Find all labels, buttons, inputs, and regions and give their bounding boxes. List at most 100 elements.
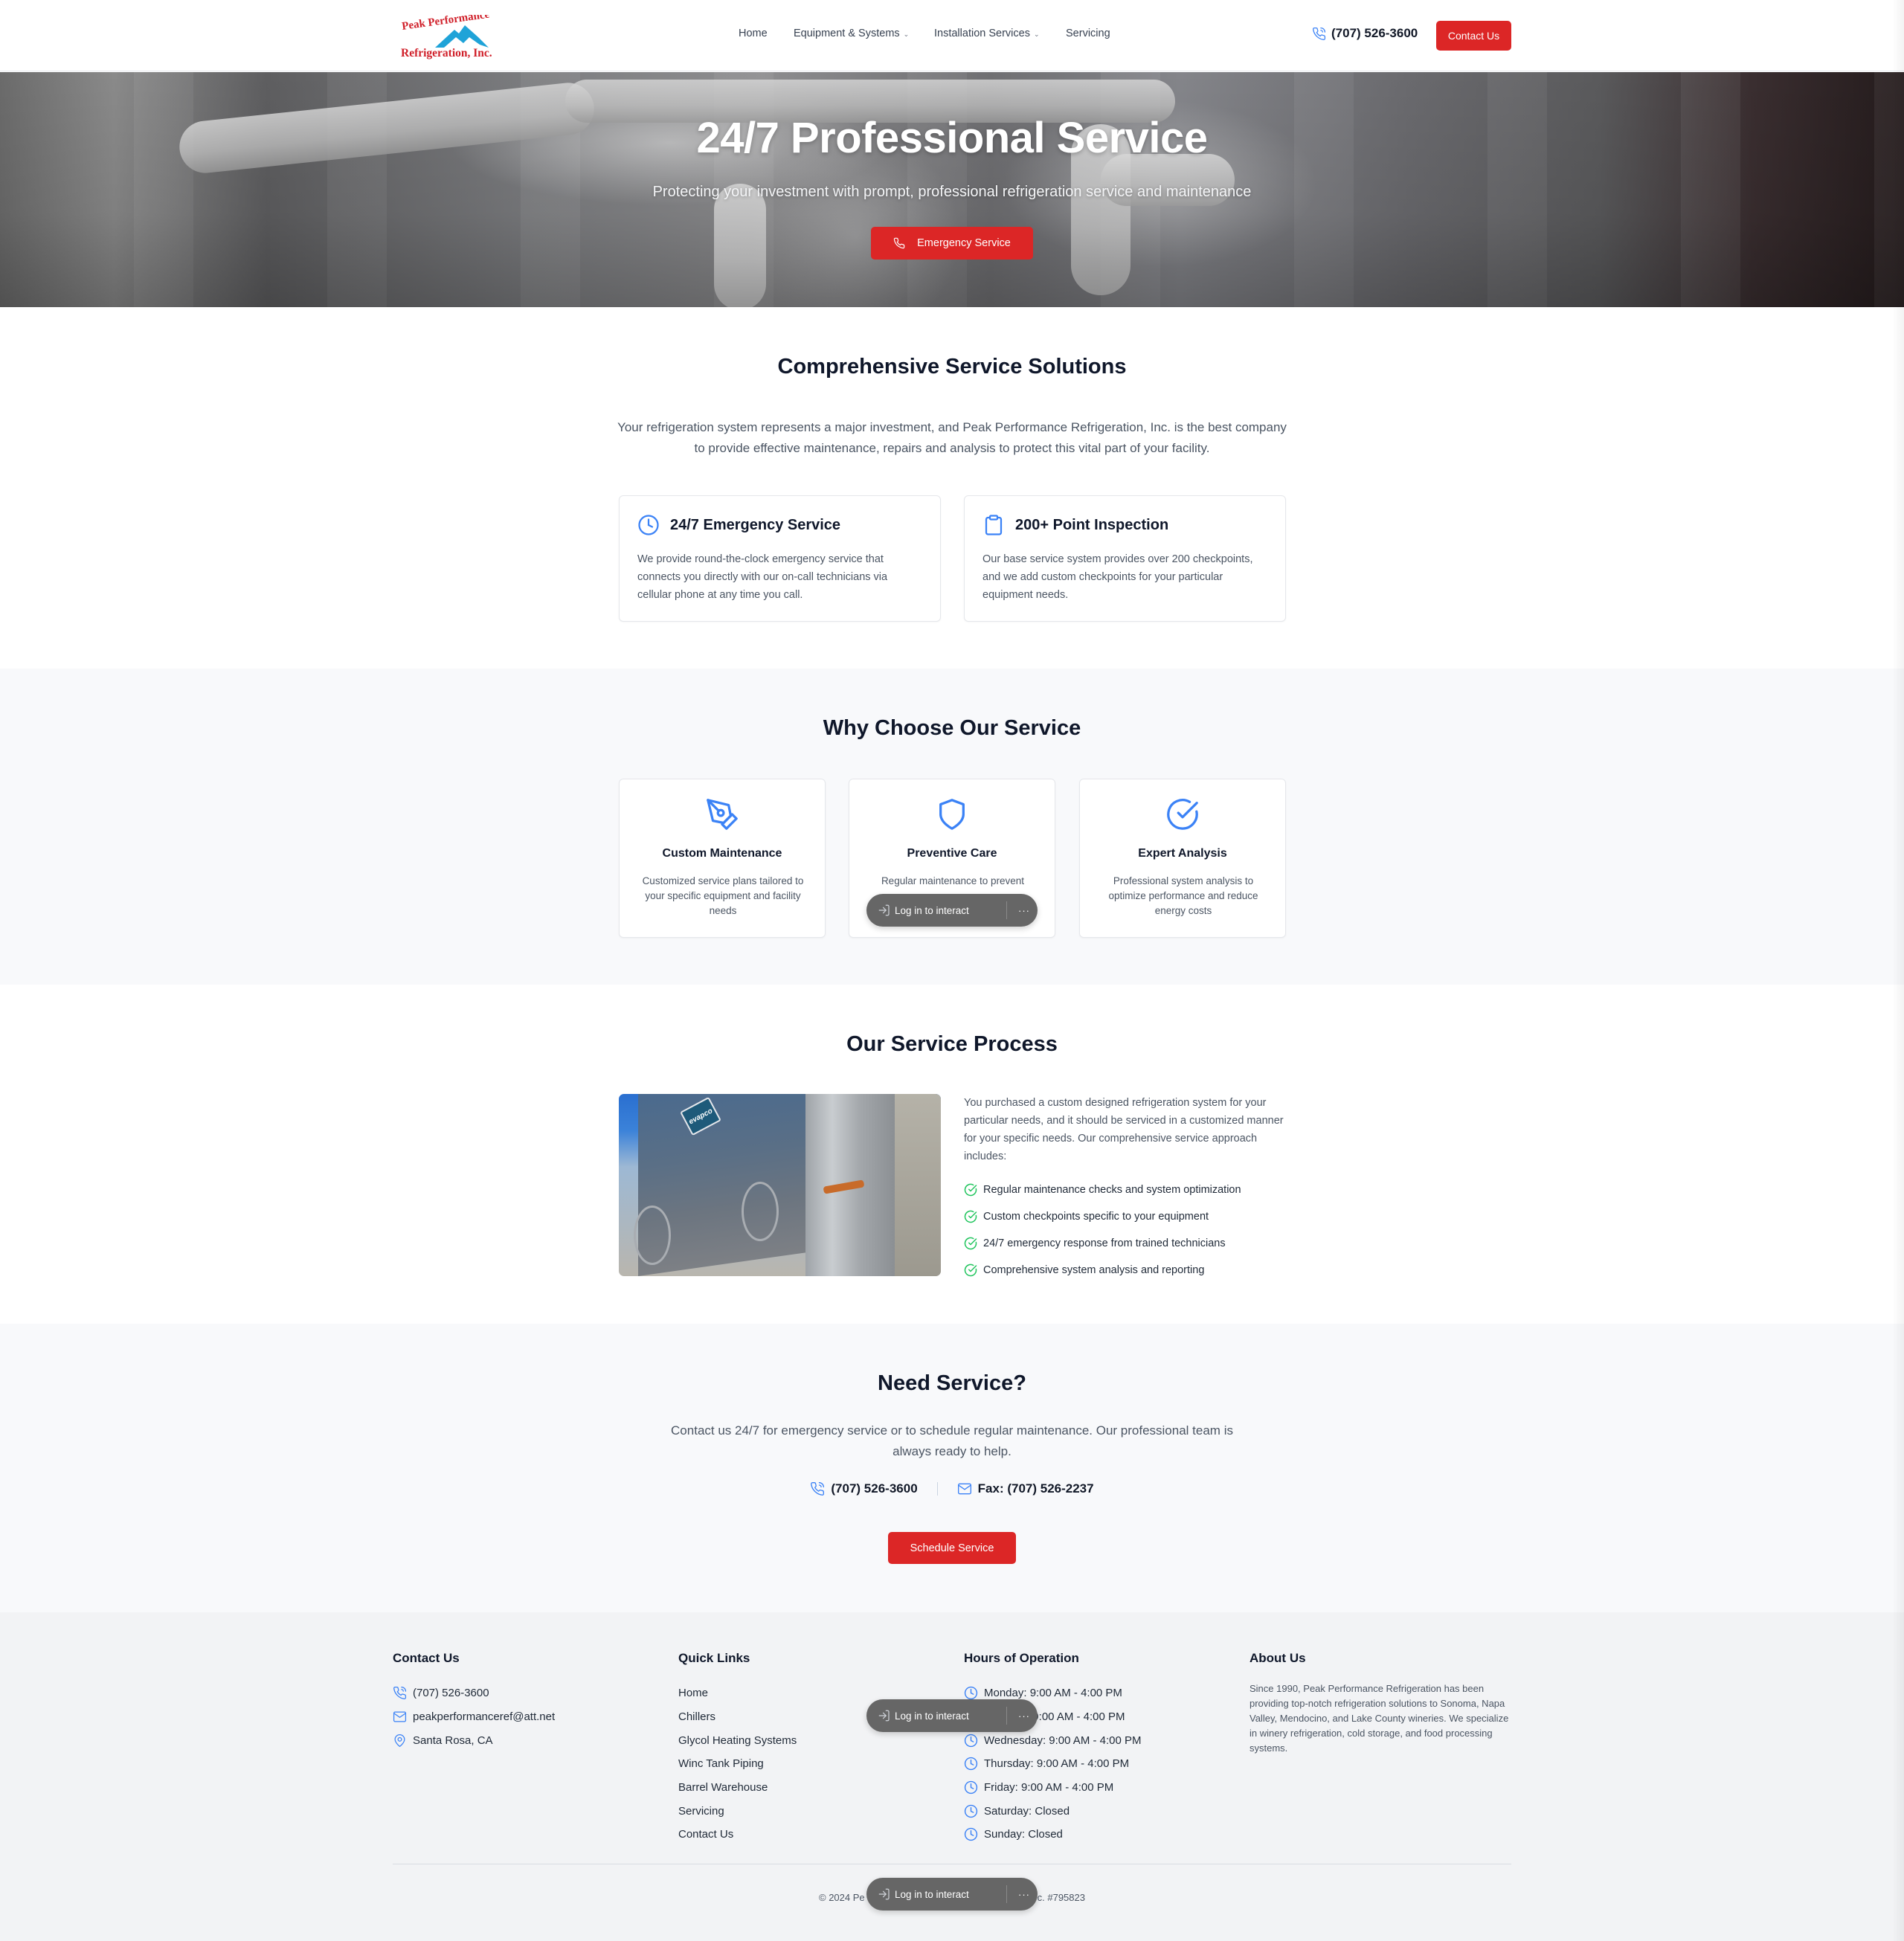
section-title: Comprehensive Service Solutions	[777, 355, 1127, 379]
nav-servicing[interactable]: Servicing	[1066, 28, 1110, 39]
process-text: You purchased a custom designed refriger…	[964, 1094, 1291, 1284]
phone-icon	[1313, 27, 1326, 40]
service-process-section: Our Service Process evapco You purchased…	[0, 985, 1904, 1324]
map-pin-icon	[394, 1734, 405, 1747]
nav-installation-services[interactable]: Installation Services ⌄	[934, 28, 1040, 39]
divider	[936, 1482, 938, 1496]
feature-card-text: We provide round-the-clock emergency ser…	[637, 553, 888, 601]
chevron-down-icon: ⌄	[1033, 30, 1040, 38]
nav-equipment-label: Equipment & Systems	[794, 28, 900, 39]
footer-link-home[interactable]: Home	[678, 1681, 797, 1705]
company-logo[interactable]: Peak Performance Refrigeration, Inc.	[396, 9, 535, 59]
shield-icon	[939, 799, 965, 830]
footer-heading: Quick Links	[678, 1651, 750, 1665]
footer-heading: About Us	[1250, 1651, 1306, 1665]
footer-link-chillers[interactable]: Chillers	[678, 1705, 797, 1729]
photo-wall	[895, 1094, 941, 1276]
footer-link-wine-tank-piping[interactable]: Winc Tank Piping	[678, 1752, 797, 1776]
feature-card-title: 200+ Point Inspection	[1015, 516, 1169, 533]
emergency-service-button[interactable]: Emergency Service	[871, 227, 1033, 260]
contact-us-button[interactable]: Contact Us	[1436, 21, 1511, 51]
clock-icon	[964, 1757, 978, 1771]
footer-heading: Contact Us	[393, 1651, 460, 1665]
why-card-title: Preventive Care	[907, 847, 997, 860]
checklist-item: Comprehensive system analysis and report…	[964, 1257, 1291, 1284]
pill-label: Log in to interact	[895, 904, 969, 916]
pill-label: Log in to interact	[895, 1710, 969, 1722]
hero-subtitle: Protecting your investment with prompt, …	[652, 184, 1252, 200]
hero-bg-pipe	[714, 184, 766, 307]
divider	[1006, 1885, 1007, 1903]
hero-section: 24/7 Professional Service Protecting you…	[0, 72, 1904, 307]
footer-link-servicing[interactable]: Servicing	[678, 1799, 797, 1823]
photo-fan	[634, 1206, 671, 1265]
process-checklist: Regular maintenance checks and system op…	[964, 1176, 1291, 1284]
schedule-service-button[interactable]: Schedule Service	[888, 1532, 1016, 1564]
hours-item: Friday: 9:00 AM - 4:00 PM	[964, 1776, 1142, 1800]
nav-installation-label: Installation Services	[934, 28, 1030, 39]
logo-text-line2: Refrigeration, Inc.	[401, 47, 492, 59]
why-card-text: Regular maintenance to prevent	[881, 875, 1025, 886]
why-card-text: Professional system analysis to optimize…	[1108, 875, 1258, 916]
copyright-left-text: © 2024 Pe	[819, 1892, 865, 1903]
login-to-interact-pill[interactable]: Log in to interact ···	[866, 1699, 1038, 1732]
footer-hours-column: Hours of Operation Monday: 9:00 AM - 4:0…	[964, 1651, 1142, 1847]
logo-mountain-icon: Peak Performance Refrigeration, Inc.	[401, 9, 492, 59]
checklist-item: Custom checkpoints specific to your equi…	[964, 1203, 1291, 1230]
login-to-interact-pill[interactable]: Log in to interact ···	[866, 894, 1038, 927]
cta-phone-link[interactable]: (707) 526-3600	[810, 1481, 918, 1496]
why-card-text: Customized service plans tailored to you…	[642, 875, 804, 916]
footer-email[interactable]: peakperformanceref@att.net	[393, 1705, 555, 1729]
hours-item: Saturday: Closed	[964, 1799, 1142, 1823]
footer-link-glycol-heating[interactable]: Glycol Heating Systems	[678, 1728, 797, 1752]
clock-icon	[638, 515, 659, 535]
phone-icon	[811, 1481, 825, 1496]
login-icon	[878, 1888, 890, 1900]
hours-item: Wednesday: 9:00 AM - 4:00 PM	[964, 1728, 1142, 1752]
site-header: Peak Performance Refrigeration, Inc. Hom…	[0, 0, 1904, 71]
cta-phone-text: (707) 526-3600	[831, 1481, 918, 1496]
chevron-down-icon: ⌄	[903, 30, 910, 38]
feature-card-emergency: 24/7 Emergency Service We provide round-…	[619, 495, 941, 622]
footer-heading: Hours of Operation	[964, 1651, 1079, 1665]
check-circle-icon	[1167, 799, 1198, 830]
footer-contact-column: Contact Us (707) 526-3600 peakperformanc…	[393, 1651, 555, 1752]
hours-item: Thursday: 9:00 AM - 4:00 PM	[964, 1752, 1142, 1776]
why-choose-section: Why Choose Our Service Custom Maintenanc…	[0, 669, 1904, 985]
hours-text: Sunday: Closed	[984, 1828, 1063, 1841]
pen-tool-icon	[707, 799, 738, 830]
clock-icon	[964, 1828, 978, 1841]
section-lead: Your refrigeration system represents a m…	[617, 420, 1287, 455]
footer-location: Santa Rosa, CA	[393, 1728, 555, 1752]
mail-icon	[957, 1483, 971, 1495]
footer-link-barrel-warehouse[interactable]: Barrel Warehouse	[678, 1776, 797, 1800]
check-circle-icon	[964, 1183, 977, 1197]
contact-row: (707) 526-3600 Fax: (707) 526-2237	[0, 1481, 1904, 1496]
why-card-title: Expert Analysis	[1138, 847, 1227, 860]
checklist-item: 24/7 emergency response from trained tec…	[964, 1230, 1291, 1257]
photo-fan	[742, 1182, 779, 1241]
nav-equipment-systems[interactable]: Equipment & Systems ⌄	[794, 28, 909, 39]
login-to-interact-pill[interactable]: Log in to interact ···	[866, 1878, 1038, 1911]
more-options-icon[interactable]: ···	[1015, 1878, 1033, 1911]
logo-text-line1: Peak Performance	[401, 15, 490, 33]
service-solutions-section: Comprehensive Service Solutions Your ref…	[0, 307, 1904, 669]
more-options-icon[interactable]: ···	[1015, 894, 1033, 927]
clock-icon	[964, 1734, 978, 1747]
footer-link-contact-us[interactable]: Contact Us	[678, 1823, 797, 1847]
footer-phone[interactable]: (707) 526-3600	[393, 1681, 555, 1705]
footer-email-text: peakperformanceref@att.net	[413, 1710, 556, 1724]
why-card-custom-maintenance: Custom Maintenance Customized service pl…	[619, 779, 826, 938]
process-intro: You purchased a custom designed refriger…	[964, 1097, 1284, 1162]
divider	[1006, 1707, 1007, 1725]
footer-phone-text: (707) 526-3600	[413, 1687, 489, 1700]
clock-icon	[964, 1780, 978, 1794]
nav-servicing-label: Servicing	[1066, 28, 1110, 39]
more-options-icon[interactable]: ···	[1015, 1699, 1033, 1732]
nav-home[interactable]: Home	[739, 28, 768, 39]
phone-icon	[393, 1687, 407, 1700]
check-circle-icon	[964, 1237, 977, 1250]
footer-about-column: About Us Since 1990, Peak Performance Re…	[1250, 1651, 1511, 1756]
hero-title: 24/7 Professional Service	[696, 114, 1208, 162]
header-phone-link[interactable]: (707) 526-3600	[1312, 26, 1418, 41]
